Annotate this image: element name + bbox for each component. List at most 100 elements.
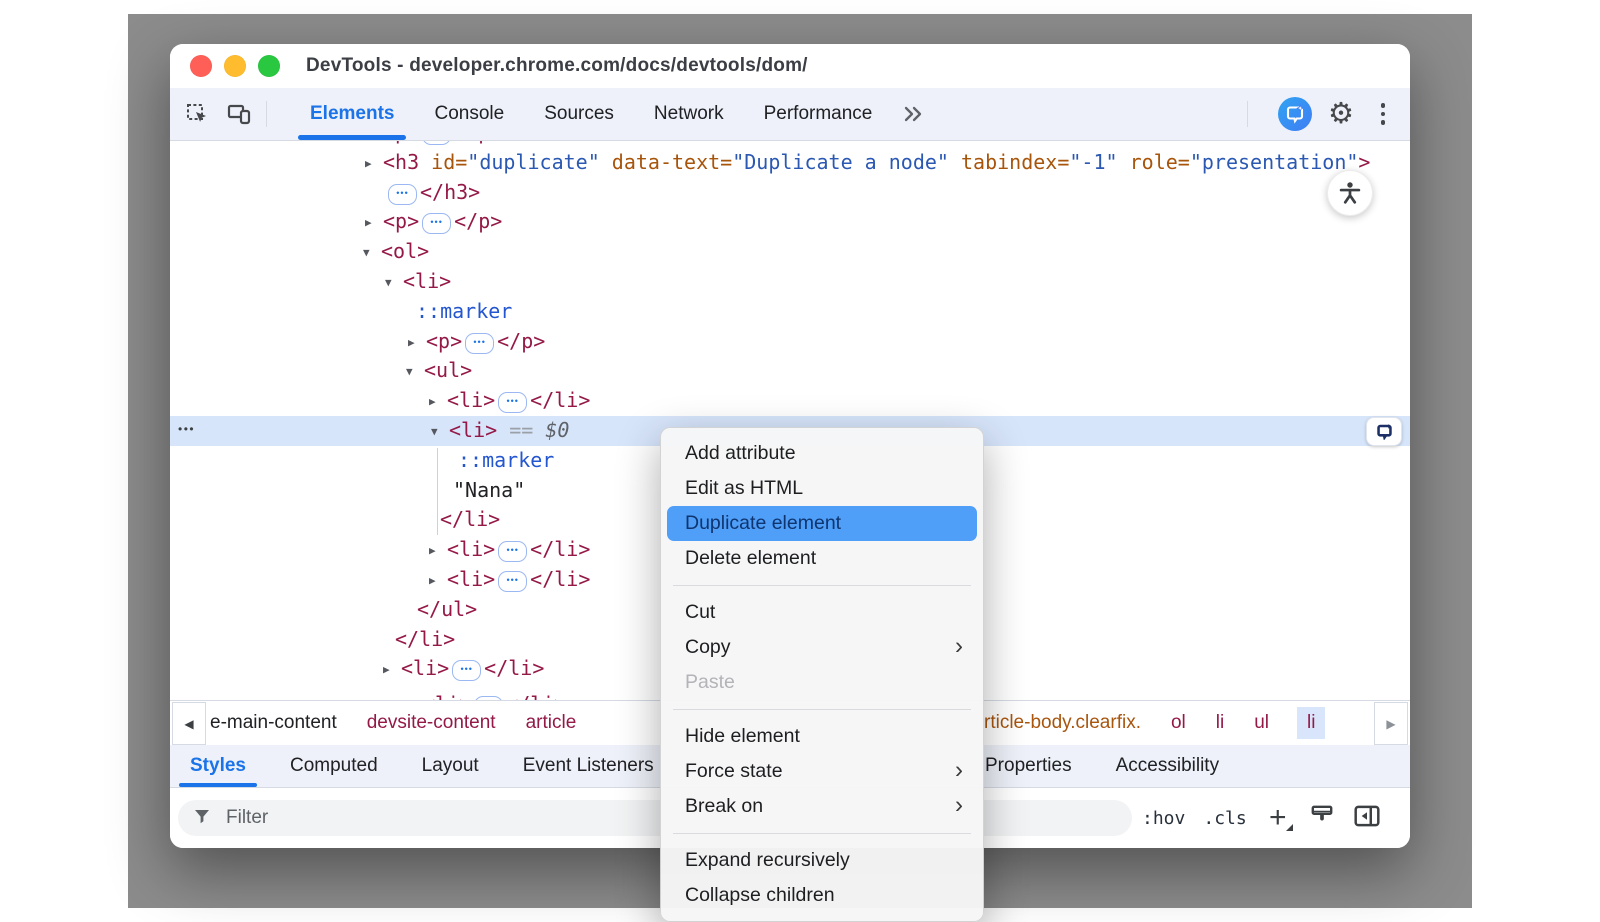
disclosure-down-icon[interactable]: ▼ [385,268,403,298]
tab-performance[interactable]: Performance [751,88,886,140]
new-style-rule-icon[interactable]: + [1265,803,1291,833]
menu-item-hide-element[interactable]: Hide element [667,719,977,754]
breadcrumb-item[interactable]: li [1297,707,1325,739]
disclosure-right-icon[interactable]: ▶ [365,208,383,238]
zoom-button[interactable] [258,55,280,77]
breadcrumb-item[interactable]: e-main-content [208,707,339,739]
breadcrumb-item[interactable]: ol [1169,707,1188,739]
sidebar-tab-accessibility[interactable]: Accessibility [1104,745,1231,787]
rendering-brush-icon[interactable] [1309,803,1335,834]
expand-inline-badge[interactable]: ••• [498,541,527,562]
dom-token-plain: "Nana" [453,478,525,502]
menu-item-cut[interactable]: Cut [667,595,977,630]
menu-item-edit-as-html[interactable]: Edit as HTML [667,471,977,506]
disclosure-down-icon[interactable]: ▼ [431,417,449,447]
menu-item-copy[interactable]: Copy› [667,630,977,665]
disclosure-right-icon[interactable]: ▶ [383,655,401,685]
menu-item-break-on[interactable]: Break on› [667,789,977,824]
sidebar-tab-properties[interactable]: Properties [973,745,1084,787]
dom-token-tag: <h3 [383,150,431,174]
toolbar-divider [1247,101,1248,127]
dom-tree-row[interactable]: ::marker [170,297,1410,327]
dom-tree-row[interactable]: ▶<li>•••</li> [170,386,1410,416]
dom-token-val: "presentation" [1190,150,1359,174]
menu-item-force-state[interactable]: Force state› [667,754,977,789]
dom-token-tag: <p> [383,141,419,144]
ai-assistant-badge[interactable] [1366,417,1402,446]
expand-inline-badge[interactable]: ••• [465,333,494,354]
tab-elements[interactable]: Elements [297,88,407,140]
tab-console[interactable]: Console [421,88,517,140]
element-classes-toggle[interactable]: .cls [1203,808,1246,829]
breadcrumb-item[interactable]: devsite-content [365,707,498,739]
menu-item-duplicate-element[interactable]: Duplicate element [667,506,977,541]
expand-inline-badge[interactable]: ••• [388,184,417,205]
disclosure-down-icon[interactable]: ▼ [363,238,381,268]
dock-side-icon[interactable] [1353,803,1381,834]
breadcrumb-back-icon[interactable]: ◀ [172,702,206,745]
ai-assistant-icon[interactable] [1278,97,1312,131]
dom-tree-row[interactable]: ▶<p>•••</p> [170,141,1410,148]
menu-item-delete-element[interactable]: Delete element [667,541,977,576]
sidebar-tab-layout[interactable]: Layout [410,745,491,787]
sidebar-tab-styles[interactable]: Styles [178,745,258,787]
menu-item-expand-recursively[interactable]: Expand recursively [667,843,977,878]
dom-token-tag: </p> [454,141,502,144]
inspect-icon[interactable] [184,101,210,127]
tab-network[interactable]: Network [641,88,737,140]
dom-tree-row[interactable]: ▶<p>•••</p> [170,327,1410,357]
breadcrumb-item[interactable]: li [1214,707,1226,739]
dom-token-tag: </h3> [420,180,480,204]
dom-token-tag: </p> [454,209,502,233]
sidebar-tab-computed[interactable]: Computed [278,745,390,787]
dom-token-tag: </li> [395,627,455,651]
more-options-icon[interactable] [1370,101,1396,127]
expand-inline-badge[interactable]: ••• [498,571,527,592]
dom-token-eq: == [497,418,545,442]
dom-tree-row[interactable]: ▼<ol> [170,237,1410,267]
dom-tree-row[interactable]: ▶<p>•••</p> [170,207,1410,237]
dom-tree-row[interactable]: ▼<li> [170,267,1410,297]
menu-item-add-attribute[interactable]: Add attribute [667,436,977,471]
minimize-button[interactable] [224,55,246,77]
breadcrumb-item[interactable]: rticle-body.clearfix. [982,707,1143,739]
pseudo-state-toggle[interactable]: :hov [1142,808,1185,829]
expand-inline-badge[interactable]: ••• [498,392,527,413]
accessibility-person-icon[interactable] [1327,170,1373,216]
disclosure-right-icon[interactable]: ▶ [365,149,383,179]
row-menu-dots-icon[interactable]: ••• [178,415,195,445]
disclosure-right-icon[interactable]: ▶ [429,566,447,596]
dom-token-tag: <li> [449,418,497,442]
breadcrumb-item[interactable]: ul [1252,707,1271,739]
dom-token-plain [1118,150,1130,174]
styles-filter[interactable] [178,800,1132,836]
close-button[interactable] [190,55,212,77]
disclosure-right-icon[interactable]: ▶ [429,536,447,566]
breadcrumb-item[interactable]: article [524,707,579,739]
disclosure-right-icon[interactable]: ▶ [408,328,426,358]
dom-tree-row[interactable]: ▼<ul> [170,356,1410,386]
expand-inline-badge[interactable]: ••• [422,213,451,234]
dom-token-tag: <ol> [381,239,429,263]
breadcrumb-forward-icon[interactable]: ▶ [1374,702,1408,745]
dom-tree-row[interactable]: ▶<h3 id="duplicate" data-text="Duplicate… [170,148,1410,178]
sidebar-tab-event-listeners[interactable]: Event Listeners [511,745,666,787]
dom-token-tag: <li> [447,567,495,591]
menu-item-paste[interactable]: Paste [667,665,977,700]
expand-inline-badge[interactable]: ••• [422,141,451,145]
dom-token-attr: id= [431,150,467,174]
settings-icon[interactable]: ⚙ [1328,101,1354,127]
dom-token-tag: > [1358,150,1370,174]
more-tabs-icon[interactable] [901,101,927,127]
window-titlebar: DevTools - developer.chrome.com/docs/dev… [170,44,1410,88]
dom-token-val: "duplicate" [467,150,599,174]
disclosure-down-icon[interactable]: ▼ [406,357,424,387]
expand-inline-badge[interactable]: ••• [452,660,481,681]
menu-separator [673,585,971,586]
disclosure-right-icon[interactable]: ▶ [429,387,447,417]
tab-sources[interactable]: Sources [531,88,627,140]
dom-tree-row[interactable]: •••</h3> [170,178,1410,208]
device-toolbar-icon[interactable] [226,101,252,127]
dom-token-tag: <li> [447,537,495,561]
disclosure-right-icon[interactable]: ▶ [405,691,423,700]
